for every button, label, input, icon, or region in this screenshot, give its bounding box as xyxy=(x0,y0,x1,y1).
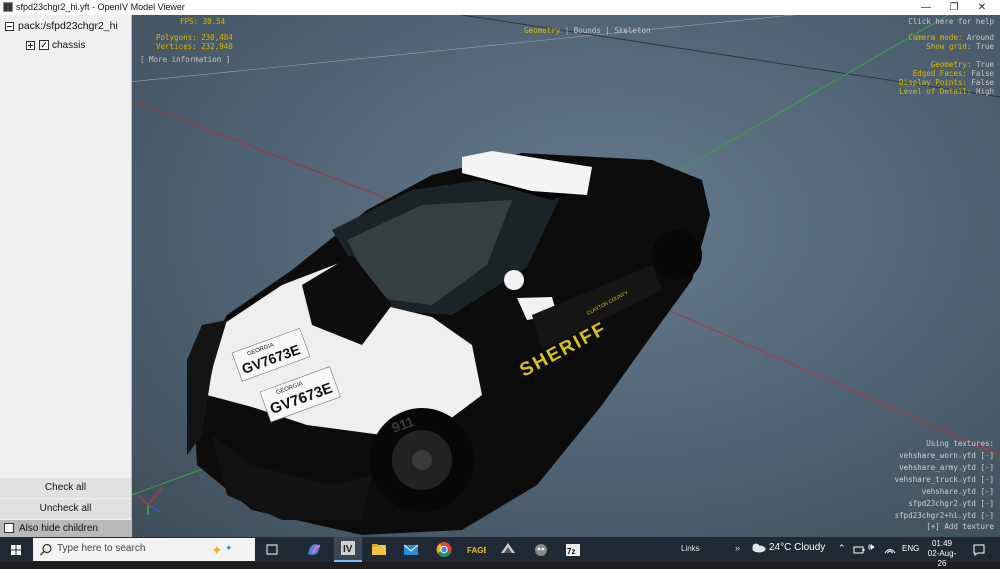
battery-icon[interactable] xyxy=(853,545,865,555)
weather-widget[interactable]: 24°C Cloudy xyxy=(750,542,825,553)
cloud-icon xyxy=(752,543,766,553)
tree-item-label: chassis xyxy=(52,40,86,51)
mode-separator: | xyxy=(605,26,610,35)
svg-text:✦: ✦ xyxy=(211,543,223,559)
hide-children-checkbox[interactable] xyxy=(4,523,14,534)
search-icon xyxy=(40,543,52,556)
vertices-readout: Vertices: 232,940 xyxy=(156,42,233,51)
collapse-icon[interactable] xyxy=(5,21,14,31)
notification-icon[interactable] xyxy=(972,543,986,557)
game-launcher-icon[interactable]: FAGE xyxy=(466,540,489,559)
skeleton-mode-link[interactable]: Skeleton xyxy=(614,26,650,35)
close-button[interactable]: ✕ xyxy=(968,0,996,15)
setting-label: Level of Detail: xyxy=(899,87,972,96)
texture-item[interactable]: vehshare.ytd [-] xyxy=(922,487,994,496)
level-of-detail-setting[interactable]: Level of Detail: High xyxy=(899,87,994,96)
toolbar-chevron-icon[interactable]: » xyxy=(735,543,740,553)
taskbar-search-box[interactable]: Type here to search ✦ ✦ xyxy=(33,538,255,561)
start-button[interactable] xyxy=(0,537,32,562)
model-viewport[interactable]: GEORGIA GV7673E GEORGIA GV7673E SHERIFF … xyxy=(132,15,1000,537)
setting-label: Geometry: xyxy=(930,60,972,69)
add-texture-link[interactable]: [+] Add texture xyxy=(926,522,994,531)
windows-taskbar: Type here to search ✦✦ IV FAGE 7z Links … xyxy=(0,537,1000,568)
mail-icon[interactable] xyxy=(401,540,421,559)
scene-canvas: GEORGIA GV7673E GEORGIA GV7673E SHERIFF … xyxy=(132,15,1000,535)
uncheck-all-button[interactable]: Uncheck all xyxy=(0,499,131,519)
hide-children-option[interactable]: Also hide children xyxy=(0,520,131,537)
maximize-button[interactable]: ❐ xyxy=(940,0,968,15)
polygons-readout: Polygons: 230,484 xyxy=(156,33,233,42)
svg-text:7z: 7z xyxy=(567,547,575,556)
setting-value: Around xyxy=(966,33,994,42)
hide-children-label: Also hide children xyxy=(19,523,98,534)
texture-item[interactable]: sfpd23chgr2.ytd [-] xyxy=(908,499,994,508)
svg-text:IV: IV xyxy=(343,544,353,555)
copilot-icon[interactable] xyxy=(304,540,324,559)
setting-value: High xyxy=(975,87,994,96)
textures-header: Using textures: xyxy=(926,439,994,448)
texture-item[interactable]: vehshare_army.ytd [-] xyxy=(899,463,994,472)
model-tree-panel: pack:/sfpd23chgr2_hi ✓ chassis Check all … xyxy=(0,15,132,537)
help-link[interactable]: Click here for help xyxy=(908,17,994,26)
search-highlight-icon: ✦ ✦ xyxy=(211,543,233,559)
system-clock[interactable]: 01:49 02-Aug-26 xyxy=(924,539,960,569)
links-toolbar[interactable]: Links xyxy=(681,544,700,553)
setting-value: False xyxy=(971,69,994,78)
title-bar: sfpd23chgr2_hi.yft - OpenIV Model Viewer… xyxy=(0,0,1000,16)
tree-root-item[interactable]: pack:/sfpd23chgr2_hi xyxy=(5,18,118,34)
geometry-setting[interactable]: Geometry: True xyxy=(931,60,994,69)
svg-text:✦: ✦ xyxy=(225,544,233,554)
view-mode-switch: Geometry | Bounds | Skeleton xyxy=(506,17,650,44)
app-icon[interactable] xyxy=(498,540,518,559)
file-explorer-icon[interactable] xyxy=(369,540,389,559)
windows-logo-icon xyxy=(11,545,21,555)
mode-separator: | xyxy=(564,26,570,35)
more-information-link[interactable]: [ More information ] xyxy=(140,55,230,64)
chassis-checkbox[interactable]: ✓ xyxy=(39,40,49,51)
setting-label: Camera mode: xyxy=(908,33,963,42)
geometry-mode-link[interactable]: Geometry xyxy=(524,26,560,35)
show-grid-setting[interactable]: Show grid: True xyxy=(926,42,994,51)
camera-mode-setting[interactable]: Camera mode: Around xyxy=(908,33,994,42)
edged-faces-setting[interactable]: Edged Faces: False xyxy=(913,69,994,78)
tree-item-chassis[interactable]: ✓ chassis xyxy=(26,38,85,54)
clock-date: 02-Aug-26 xyxy=(927,549,957,568)
chrome-icon[interactable] xyxy=(434,540,454,559)
minimize-button[interactable]: — xyxy=(912,0,940,15)
expand-icon[interactable] xyxy=(26,40,35,50)
window-title: sfpd23chgr2_hi.yft - OpenIV Model Viewer xyxy=(16,2,185,12)
openiv-taskbar-icon[interactable]: IV xyxy=(334,537,362,562)
show-hidden-icons-icon[interactable]: ⌃ xyxy=(838,543,846,554)
weather-text: 24°C Cloudy xyxy=(769,542,826,554)
setting-value: True xyxy=(975,42,994,51)
tree-root-label: pack:/sfpd23chgr2_hi xyxy=(18,20,118,32)
bounds-mode-link[interactable]: Bounds xyxy=(574,26,601,35)
setting-label: Display Points: xyxy=(899,78,967,87)
openiv-app-icon xyxy=(3,2,13,12)
setting-value: False xyxy=(971,78,994,87)
svg-text:FAGE: FAGE xyxy=(467,546,486,555)
display-points-setting[interactable]: Display Points: False xyxy=(899,78,994,87)
volume-icon[interactable]: 🕪 xyxy=(868,542,874,553)
task-view-icon[interactable] xyxy=(262,540,282,559)
fps-readout: FPS: 30.54 xyxy=(180,17,226,26)
clock-time: 01:49 xyxy=(931,539,953,548)
texture-item[interactable]: sfpd23chgr2+hi.ytd [-] xyxy=(895,511,994,520)
setting-label: Edged Faces: xyxy=(912,69,967,78)
input-language[interactable]: ENG xyxy=(902,544,919,553)
wifi-icon[interactable] xyxy=(884,545,896,555)
setting-label: Show grid: xyxy=(926,42,972,51)
check-all-button[interactable]: Check all xyxy=(0,478,131,498)
7zip-icon[interactable]: 7z xyxy=(563,540,583,559)
texture-item[interactable]: vehshare_truck.ytd [-] xyxy=(895,475,994,484)
setting-value: True xyxy=(975,60,994,69)
search-placeholder: Type here to search xyxy=(57,543,146,554)
texture-item[interactable]: vehshare_worn.ytd [-] xyxy=(899,451,994,460)
app-avatar-icon[interactable] xyxy=(531,540,551,559)
